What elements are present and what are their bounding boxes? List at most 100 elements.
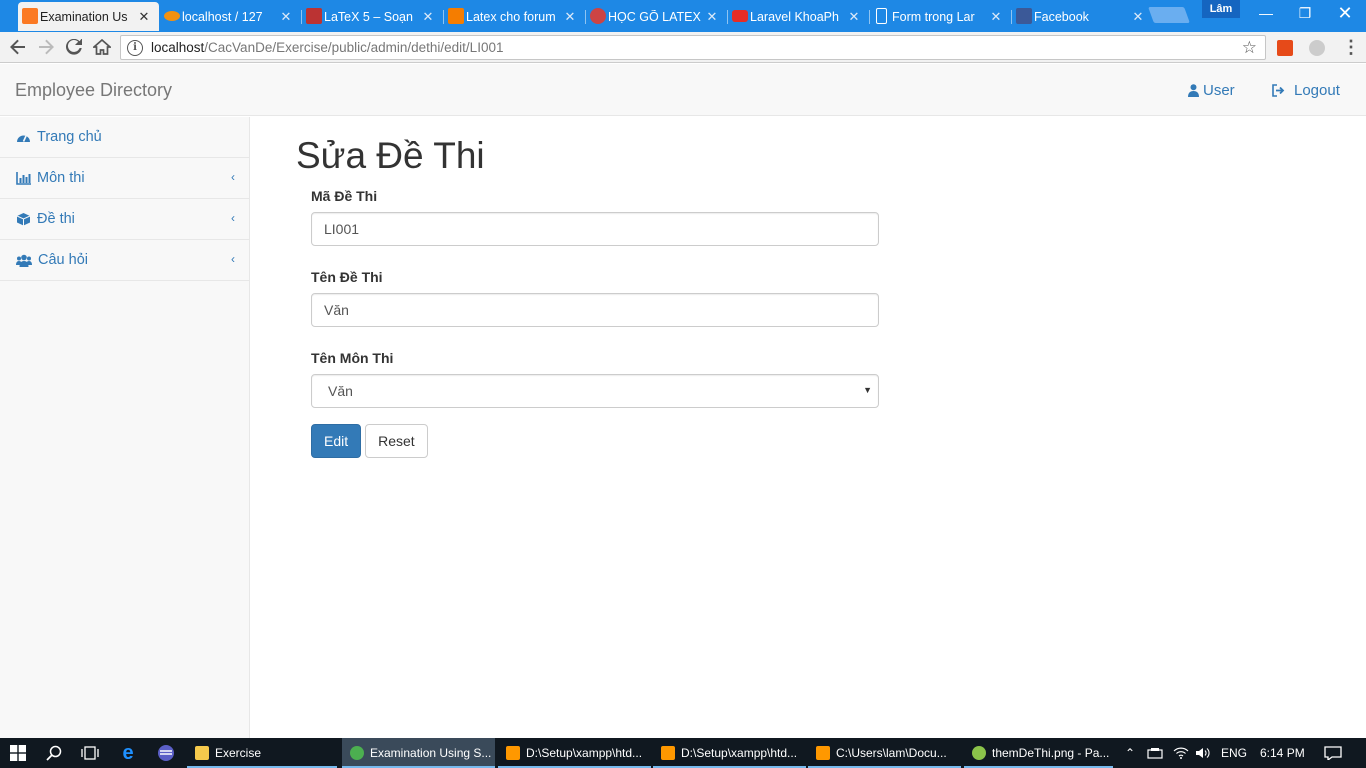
- sublime-icon: [816, 746, 830, 760]
- logout-label: Logout: [1294, 82, 1340, 99]
- reset-button[interactable]: Reset: [365, 424, 428, 458]
- brand[interactable]: Employee Directory: [15, 80, 172, 101]
- paint-icon: [972, 746, 986, 760]
- subject-select[interactable]: Văn ▼: [311, 374, 879, 408]
- tab-title: Laravel KhoaPh: [750, 9, 839, 24]
- app-icon[interactable]: [148, 738, 184, 768]
- url-host: localhost: [151, 40, 205, 55]
- back-icon[interactable]: [6, 36, 30, 58]
- taskbar-item-label: Exercise: [215, 746, 262, 760]
- taskbar-item[interactable]: C:\Users\lam\Docu...: [808, 738, 961, 768]
- reload-icon[interactable]: [62, 36, 86, 58]
- close-icon[interactable]: ✕: [1131, 9, 1145, 25]
- cube-icon: [16, 213, 31, 226]
- clock[interactable]: 6:14 PM: [1260, 738, 1305, 768]
- taskbar-item-label: C:\Users\lam\Docu...: [836, 746, 947, 760]
- browser-tab[interactable]: Latex cho forum ✕: [444, 2, 586, 31]
- edit-exam-form: Mã Đề Thi LI001 Tên Đề Thi Văn Tên Môn T…: [311, 188, 879, 458]
- volume-icon[interactable]: [1195, 738, 1211, 768]
- edge-browser-icon[interactable]: e: [110, 738, 146, 768]
- user-icon: [1188, 84, 1199, 97]
- restore-icon[interactable]: ❐: [1285, 0, 1325, 26]
- sidebar-item-home[interactable]: Trang chủ: [0, 117, 249, 158]
- exam-code-label: Mã Đề Thi: [311, 188, 378, 204]
- subject-selected-value: Văn: [328, 383, 353, 399]
- sidebar-item-label: Môn thi: [37, 170, 85, 186]
- sublime-icon: [506, 746, 520, 760]
- facebook-icon: [1016, 8, 1032, 24]
- home-icon[interactable]: [90, 36, 114, 58]
- taskbar-item[interactable]: themDeThi.png - Pa...: [964, 738, 1113, 768]
- windows-start-icon[interactable]: [0, 738, 36, 768]
- logout-link[interactable]: Logout: [1272, 82, 1340, 99]
- wifi-icon[interactable]: [1173, 738, 1189, 768]
- exam-name-label: Tên Đề Thi: [311, 269, 383, 285]
- sidebar-item-label: Câu hỏi: [38, 252, 88, 268]
- close-icon[interactable]: ✕: [421, 9, 435, 25]
- tray-overflow-icon[interactable]: ⌃: [1125, 738, 1135, 768]
- chrome-icon: [350, 746, 364, 760]
- sublime-icon: [661, 746, 675, 760]
- menu-icon[interactable]: ⋮: [1342, 38, 1360, 56]
- new-tab-button[interactable]: [1148, 7, 1190, 23]
- tab-title: Examination Us: [40, 9, 128, 24]
- dropdown-arrow-icon: ▼: [863, 385, 872, 395]
- sidebar-item-exams[interactable]: Đề thi ‹: [0, 199, 249, 240]
- sidebar-item-label: Đề thi: [37, 211, 75, 227]
- browser-tab[interactable]: LaTeX 5 – Soạn ✕: [302, 2, 444, 31]
- extension-icon[interactable]: [1309, 40, 1325, 56]
- task-view-icon[interactable]: [72, 738, 108, 768]
- close-icon[interactable]: ✕: [705, 9, 719, 25]
- office-extension-icon[interactable]: [1277, 40, 1293, 56]
- address-bar[interactable]: i localhost /CacVanDe/Exercise/public/ad…: [120, 35, 1266, 60]
- browser-tab[interactable]: Form trong Lar ✕: [870, 2, 1012, 31]
- taskbar-item-label: Examination Using S...: [370, 746, 492, 760]
- taskbar-item-label: D:\Setup\xampp\htd...: [681, 746, 798, 760]
- exam-code-input[interactable]: LI001: [311, 212, 879, 246]
- taskbar-item[interactable]: D:\Setup\xampp\htd...: [653, 738, 806, 768]
- exam-name-input[interactable]: Văn: [311, 293, 879, 327]
- taskbar-item[interactable]: D:\Setup\xampp\htd...: [498, 738, 651, 768]
- tab-title: HỌC GÕ LATEX: [608, 9, 701, 24]
- taskbar-item-label: themDeThi.png - Pa...: [992, 746, 1110, 760]
- browser-tab[interactable]: Facebook ✕: [1012, 2, 1153, 31]
- close-icon[interactable]: ✕: [137, 9, 151, 25]
- browser-tab[interactable]: HỌC GÕ LATEX ✕: [586, 2, 728, 31]
- chevron-left-icon: ‹: [231, 211, 235, 225]
- tab-title: localhost / 127: [182, 9, 263, 24]
- profile-button[interactable]: Lâm: [1202, 0, 1240, 18]
- close-icon[interactable]: ✕: [989, 9, 1003, 25]
- close-icon[interactable]: ✕: [563, 9, 577, 25]
- browser-tab[interactable]: Examination Us ✕: [18, 2, 159, 31]
- taskbar-item[interactable]: Exercise: [187, 738, 337, 768]
- browser-tab-strip: Examination Us ✕ localhost / 127 ✕ LaTeX…: [0, 0, 1366, 32]
- user-link[interactable]: User: [1188, 82, 1235, 99]
- tab-title: Form trong Lar: [892, 9, 975, 24]
- tab-title: Latex cho forum: [466, 9, 556, 24]
- forward-icon[interactable]: [34, 36, 58, 58]
- notification-icon[interactable]: [1324, 738, 1342, 768]
- page-title: Sửa Đề Thi: [296, 135, 485, 176]
- search-icon[interactable]: [36, 738, 72, 768]
- sidebar-item-label: Trang chủ: [37, 129, 102, 145]
- edit-button[interactable]: Edit: [311, 424, 362, 458]
- browser-tab[interactable]: Laravel KhoaPh ✕: [728, 2, 870, 31]
- browser-tab[interactable]: localhost / 127 ✕: [160, 2, 302, 31]
- bar-chart-icon: [16, 171, 31, 185]
- close-window-icon[interactable]: ✕: [1325, 0, 1365, 26]
- sidebar: Trang chủ Môn thi ‹ Đề thi ‹ Câu hỏi ‹: [0, 117, 250, 738]
- taskbar-item-label: D:\Setup\xampp\htd...: [526, 746, 643, 760]
- blogger-icon: [448, 8, 464, 24]
- info-icon[interactable]: i: [127, 39, 143, 56]
- sidebar-item-questions[interactable]: Câu hỏi ‹: [0, 240, 249, 281]
- browser-toolbar: i localhost /CacVanDe/Exercise/public/ad…: [0, 32, 1366, 63]
- language-indicator[interactable]: ENG: [1221, 738, 1247, 768]
- chevron-left-icon: ‹: [231, 170, 235, 184]
- close-icon[interactable]: ✕: [279, 9, 293, 25]
- bookmark-star-icon[interactable]: ☆: [1242, 38, 1257, 58]
- sidebar-item-subjects[interactable]: Môn thi ‹: [0, 158, 249, 199]
- minimize-icon[interactable]: —: [1246, 0, 1286, 26]
- taskbar-item[interactable]: Examination Using S...: [342, 738, 495, 768]
- network-adapter-icon[interactable]: [1147, 738, 1163, 768]
- close-icon[interactable]: ✕: [847, 9, 861, 25]
